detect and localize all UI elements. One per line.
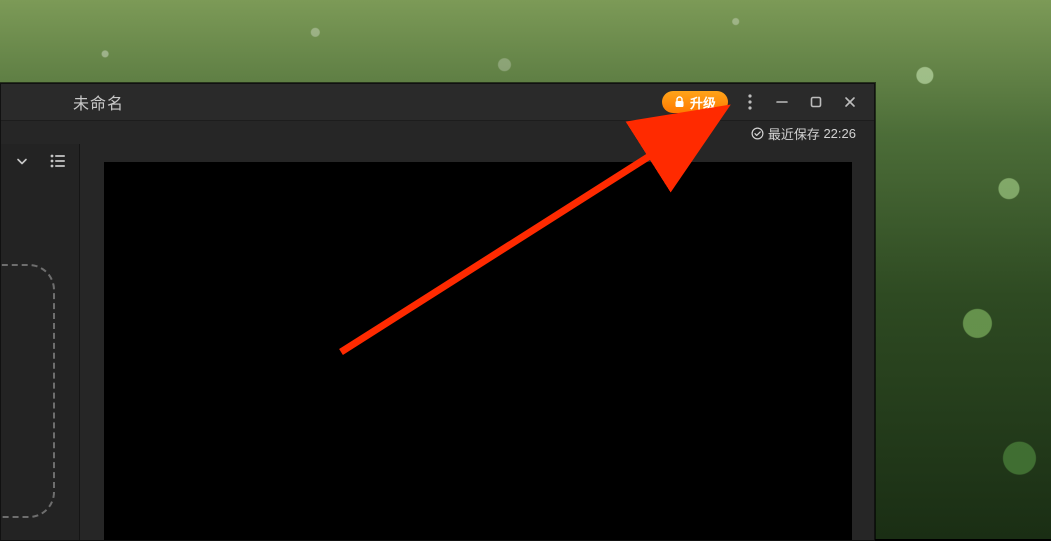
app-body xyxy=(1,144,874,540)
minimize-icon xyxy=(775,95,789,109)
minimize-button[interactable] xyxy=(772,92,792,112)
check-circle-icon xyxy=(751,127,764,140)
rail-list-button[interactable] xyxy=(49,154,67,172)
preview-canvas[interactable] xyxy=(104,162,852,540)
rail-drop-target[interactable] xyxy=(0,264,55,518)
window-controls xyxy=(772,92,860,112)
list-icon xyxy=(50,154,66,173)
upgrade-label: 升级 xyxy=(690,93,716,112)
last-saved-time: 22:26 xyxy=(823,126,856,141)
upgrade-button[interactable]: 升级 xyxy=(662,91,728,113)
canvas-area xyxy=(80,144,874,540)
document-title: 未命名 xyxy=(73,90,124,114)
title-bar: 未命名 升级 xyxy=(1,84,874,121)
chevron-down-icon xyxy=(15,154,29,173)
rail-dropdown-button[interactable] xyxy=(13,154,31,172)
left-rail xyxy=(1,144,80,540)
kebab-icon xyxy=(748,94,752,110)
close-button[interactable] xyxy=(840,92,860,112)
last-saved-label: 最近保存 xyxy=(768,124,820,143)
maximize-icon xyxy=(809,95,823,109)
status-bar: 最近保存 22:26 xyxy=(1,121,874,146)
app-window: 未命名 升级 xyxy=(0,83,875,541)
lock-icon xyxy=(674,96,685,108)
more-menu-button[interactable] xyxy=(742,94,758,110)
maximize-button[interactable] xyxy=(806,92,826,112)
close-icon xyxy=(843,95,857,109)
